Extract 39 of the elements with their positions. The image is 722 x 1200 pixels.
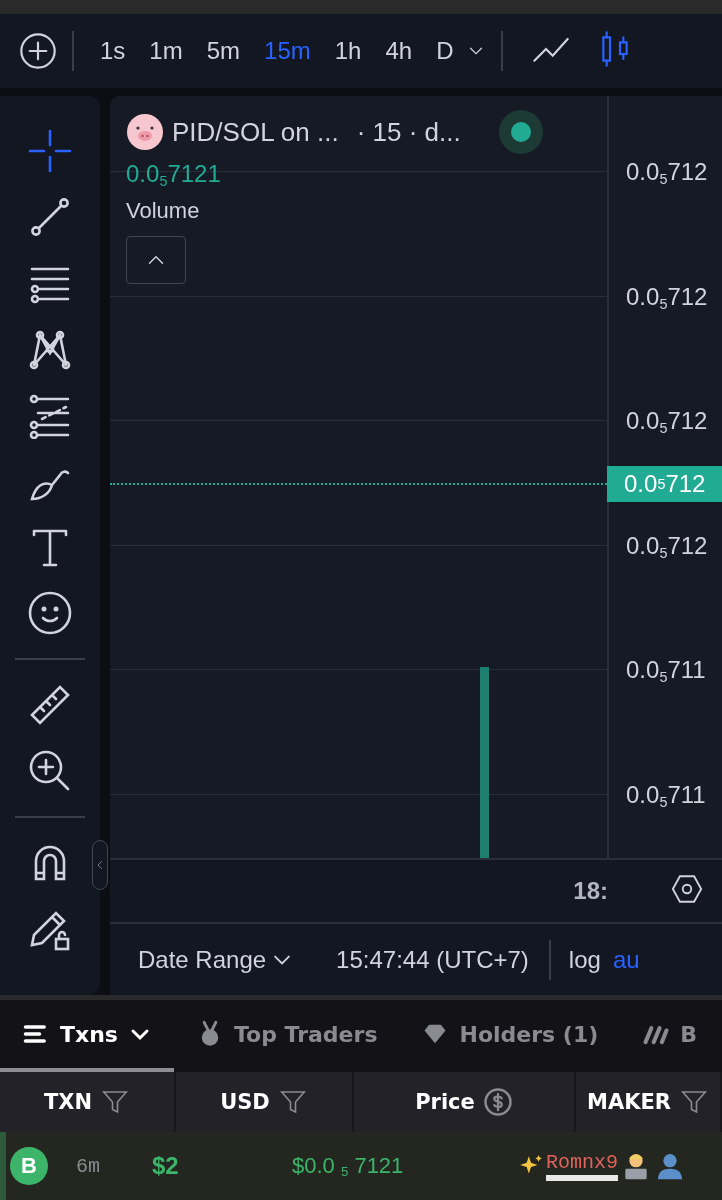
panel-tab[interactable]: Holders (1) <box>399 1000 621 1072</box>
price-axis-label: 0.0$_{5}$712 <box>626 531 708 560</box>
transaction-row[interactable]: B 6m $2 $0.0 $_{5}$ 7121 Romnx9 <box>0 1132 722 1200</box>
add-circle-icon[interactable] <box>18 31 58 71</box>
date-range-dropdown[interactable]: Date Range <box>138 945 291 974</box>
panel-tab[interactable]: Top Traders <box>173 1000 400 1072</box>
txn-price: $0.0 $_{5}$ 7121 <box>292 1153 405 1179</box>
chart-symbol[interactable]: PID/SOL on ... <box>172 116 339 148</box>
price-axis-label: 0.0$_{5}$712 <box>626 407 708 436</box>
collapse-handle[interactable] <box>92 840 108 890</box>
maker-name[interactable]: Romnx9 <box>546 1151 618 1181</box>
price-axis-label: 0.0$_{5}$712 <box>626 282 708 311</box>
interval-button[interactable]: 15m <box>252 37 323 65</box>
price-axis-label: 0.0$_{5}$711 <box>626 656 706 685</box>
interval-button[interactable]: 5m <box>194 37 253 65</box>
last-price: 0.0$_{5}$7121 <box>126 160 221 188</box>
interval-button[interactable]: 1m <box>137 37 195 65</box>
dollar-circle-icon <box>482 1087 513 1117</box>
interval-button[interactable]: 1h <box>322 37 374 65</box>
interval-button[interactable]: D <box>424 37 466 65</box>
txn-usd: $2 <box>152 1152 180 1180</box>
interval-button[interactable]: 1s <box>88 37 138 65</box>
chevron-down-icon <box>274 954 291 965</box>
smiley-icon <box>26 589 74 637</box>
interval-button[interactable]: 4h <box>373 37 425 65</box>
txn-age: 6m <box>76 1154 101 1178</box>
crosshair-icon <box>26 127 74 175</box>
scale-toggle[interactable]: log <box>568 945 613 974</box>
scale-toggle[interactable]: au <box>612 945 652 974</box>
time-axis-label: 18: <box>573 877 608 905</box>
indicator-label: Volume <box>126 198 200 224</box>
price-axis-label: 0.0$_{5}$711 <box>626 780 706 809</box>
panel-tab[interactable]: B <box>620 1000 720 1072</box>
settings-icon[interactable] <box>670 872 704 906</box>
pig-avatar-icon <box>126 113 164 151</box>
trade-type-badge: B <box>10 1147 48 1185</box>
clock-time: 15:47:44 (UTC+7) <box>336 945 529 974</box>
chart-details: · 15 · d... <box>356 116 461 148</box>
price-axis-label: 0.0$_{5}$712 <box>626 158 708 187</box>
